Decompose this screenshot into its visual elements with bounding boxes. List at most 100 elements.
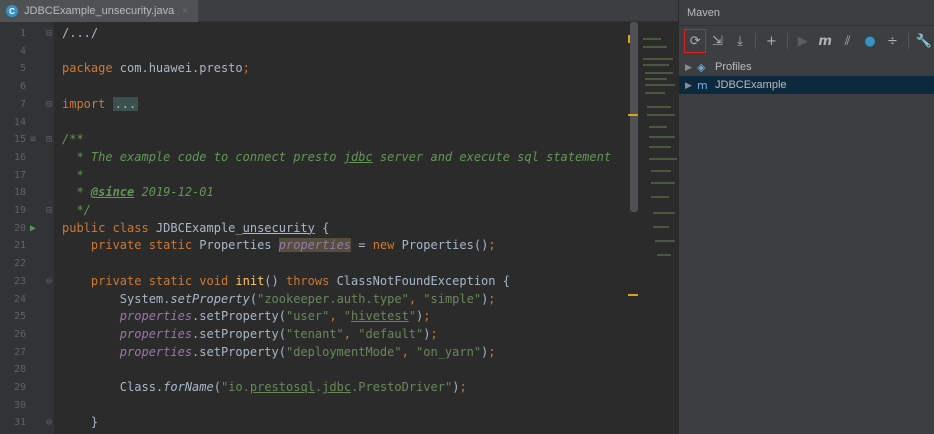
- code-line[interactable]: 23 ⊖ private static void init() throws Cl…: [0, 273, 678, 291]
- code-line[interactable]: 29 Class.forName("io.prestosql.jdbc.Pres…: [0, 379, 678, 397]
- code-line[interactable]: 31 ⊖ }: [0, 414, 678, 432]
- code-line[interactable]: 15 ≡ ⊟ /**: [0, 131, 678, 149]
- code-line[interactable]: 22: [0, 255, 678, 273]
- code-token: {: [314, 220, 330, 235]
- code-token: Properties: [199, 238, 279, 253]
- code-line[interactable]: 14: [0, 114, 678, 132]
- fold-toggle-icon[interactable]: ⊖: [46, 414, 52, 432]
- generate-sources-icon[interactable]: ⇲: [707, 30, 727, 52]
- code-token: server and execute sql statement: [372, 149, 612, 164]
- code-line[interactable]: 28: [0, 361, 678, 379]
- fold-toggle-icon[interactable]: ⊟: [46, 131, 52, 149]
- code-line[interactable]: 17 *: [0, 167, 678, 185]
- code-token: ...: [112, 96, 139, 111]
- run-gutter-icon[interactable]: ▶: [30, 220, 36, 238]
- code-token: *: [62, 185, 91, 200]
- code-line[interactable]: 4: [0, 43, 678, 61]
- download-icon[interactable]: ⤓: [730, 30, 750, 52]
- code-token: properties: [62, 326, 193, 341]
- code-text: }: [62, 414, 98, 432]
- code-token: private static void: [62, 273, 236, 288]
- code-token: (: [249, 291, 258, 306]
- code-token: setProperty: [170, 291, 250, 306]
- warning-stripe-mark[interactable]: [628, 114, 638, 116]
- close-icon[interactable]: ×: [182, 6, 188, 17]
- code-token: jdbc: [343, 149, 373, 164]
- code-token: jdbc: [322, 380, 352, 394]
- code-token: properties: [62, 309, 193, 324]
- fold-toggle-icon[interactable]: ⊟: [46, 202, 52, 220]
- code-line[interactable]: 7 ⊟ import ...: [0, 96, 678, 114]
- code-token: com.huawei.presto: [119, 61, 243, 76]
- code-token: ,: [408, 291, 424, 306]
- code-text: properties.setProperty("deploymentMode",…: [62, 344, 496, 362]
- code-token: package: [62, 61, 120, 76]
- code-line[interactable]: 24 System.setProperty("zookeeper.auth.ty…: [0, 291, 678, 309]
- line-number: 4: [19, 45, 26, 57]
- code-editor[interactable]: 1 ⊟ /.../ 4 5 package com.huawei.presto; 6 7 ⊟ im…: [0, 22, 678, 434]
- settings-wrench-icon[interactable]: 🔧: [914, 30, 934, 52]
- tab-jdbcexample-unsecurity[interactable]: C JDBCExample_unsecurity.java ×: [0, 0, 199, 22]
- warning-stripe-mark[interactable]: [628, 294, 638, 296]
- tree-item-profiles[interactable]: ▶ ◈ Profiles: [679, 58, 934, 76]
- fold-toggle-icon[interactable]: ⊖: [46, 273, 52, 291]
- tree-item-jdbcexample[interactable]: ▶ ⅿ JDBCExample: [679, 76, 934, 94]
- code-line[interactable]: 16 * The example code to connect presto …: [0, 149, 678, 167]
- code-token: ,: [401, 344, 417, 359]
- line-number: 30: [13, 399, 26, 411]
- fold-toggle-icon[interactable]: ⊟: [46, 25, 52, 43]
- code-minimap[interactable]: [641, 36, 678, 276]
- code-text: import ...: [62, 96, 139, 114]
- code-line[interactable]: 5 package com.huawei.presto;: [0, 60, 678, 78]
- code-token: 2019-12-01: [134, 185, 214, 200]
- maven-toolbar: ⟳ ⇲ ⤓ + ▶ m ⫽ ● ÷ 🔧: [679, 26, 934, 56]
- line-number: 7: [19, 98, 26, 110]
- line-number: 27: [13, 346, 26, 358]
- code-line[interactable]: 18 * @since 2019-12-01: [0, 184, 678, 202]
- code-token: @since: [90, 185, 135, 200]
- code-token: ;: [488, 238, 496, 253]
- code-token: "default": [358, 326, 424, 341]
- expand-arrow-icon[interactable]: ▶: [685, 80, 697, 91]
- show-dependencies-icon[interactable]: ÷: [882, 30, 902, 52]
- maven-project-icon: ⅿ: [697, 79, 708, 92]
- code-line[interactable]: 27 properties.setProperty("deploymentMod…: [0, 344, 678, 362]
- reload-icon[interactable]: ⟳: [683, 29, 707, 53]
- code-token: .setProperty(: [192, 344, 286, 359]
- line-number: 18: [13, 187, 26, 199]
- code-line[interactable]: 19 ⊟ */: [0, 202, 678, 220]
- code-text: */: [62, 202, 90, 220]
- line-number: 26: [13, 328, 26, 340]
- java-class-icon: C: [6, 5, 18, 17]
- line-number: 19: [13, 205, 26, 216]
- code-token: ,: [329, 309, 344, 324]
- code-token: "tenant": [285, 326, 344, 341]
- code-line[interactable]: 1 ⊟ /.../: [0, 25, 678, 43]
- maven-tool-window: Maven ⟳ ⇲ ⤓ + ▶ m ⫽ ● ÷ 🔧 ▶ ◈ Profiles ▶ ⅿ JDBCExample: [678, 0, 934, 434]
- toggle-offline-icon[interactable]: ⫽: [837, 30, 857, 52]
- vertical-scrollbar[interactable]: [630, 22, 638, 212]
- code-token: "simple": [423, 291, 482, 306]
- code-line[interactable]: 6: [0, 78, 678, 96]
- code-token: unsecurity: [242, 220, 315, 235]
- code-text: /**: [62, 131, 84, 149]
- code-token: /.../: [62, 26, 99, 40]
- code-line[interactable]: 25 properties.setProperty("user", "hivet…: [0, 308, 678, 326]
- line-number: 6: [19, 81, 26, 93]
- code-line[interactable]: 21 private static Properties properties …: [0, 237, 678, 255]
- skip-tests-icon[interactable]: ●: [860, 30, 880, 52]
- code-line[interactable]: 20 ▶ public class JDBCExample_unsecurity {: [0, 220, 678, 238]
- run-icon[interactable]: ▶: [793, 30, 813, 52]
- maven-goal-icon[interactable]: m: [815, 30, 835, 52]
- code-token: =: [351, 238, 373, 253]
- expand-arrow-icon[interactable]: ▶: [685, 62, 697, 73]
- code-token: Class.: [62, 380, 164, 394]
- code-token: "zookeeper.auth.type": [257, 291, 409, 306]
- add-icon[interactable]: +: [761, 30, 781, 52]
- code-line[interactable]: 26 properties.setProperty("tenant", "def…: [0, 326, 678, 344]
- toolbar-separator: [755, 33, 757, 49]
- line-number: 14: [13, 116, 26, 128]
- doc-gutter-icon[interactable]: ≡: [30, 131, 36, 149]
- code-line[interactable]: 30: [0, 397, 678, 415]
- fold-toggle-icon[interactable]: ⊟: [46, 96, 52, 114]
